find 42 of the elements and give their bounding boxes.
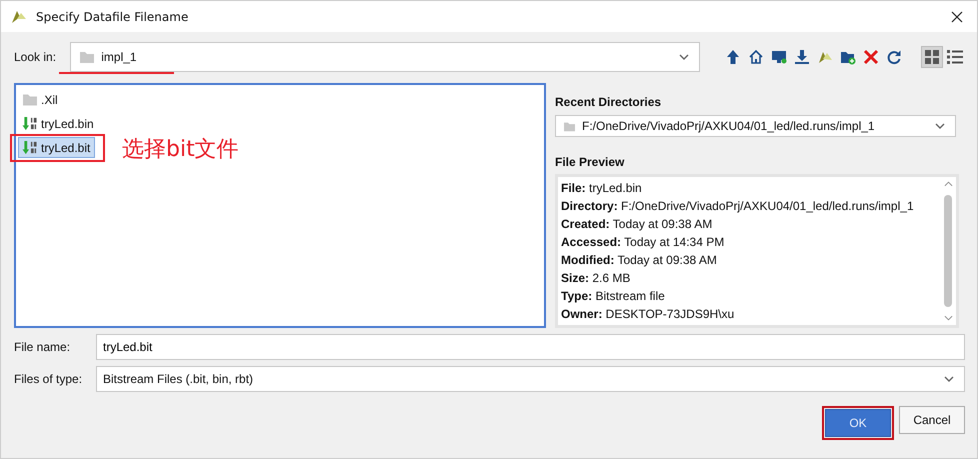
ok-button[interactable]: OK xyxy=(825,409,891,437)
download-icon[interactable] xyxy=(794,48,810,64)
home-icon[interactable] xyxy=(748,48,764,64)
folder-icon xyxy=(79,50,96,64)
file-name-field[interactable]: tryLed.bit xyxy=(96,334,965,360)
scroll-down-icon[interactable] xyxy=(944,315,952,321)
chevron-down-icon xyxy=(935,123,945,129)
file-item[interactable]: .Xil xyxy=(18,89,63,110)
recent-directories-dropdown[interactable]: F:/OneDrive/VivadoPrj/AXKU04/01_led/led.runs/impl_1 xyxy=(555,115,956,137)
close-icon[interactable] xyxy=(951,10,963,22)
window-title: Specify Datafile Filename xyxy=(36,10,190,24)
cancel-button[interactable]: Cancel xyxy=(899,406,965,434)
delete-icon[interactable] xyxy=(863,48,879,64)
app-logo-icon xyxy=(11,8,27,24)
up-arrow-icon[interactable] xyxy=(725,48,741,64)
annotation-text: 选择bit文件 xyxy=(122,136,239,164)
preview-line: Size: 2.6 MB xyxy=(561,270,632,287)
preview-line: Owner: DESKTOP-73JDS9H\xu xyxy=(561,306,736,323)
folder-icon xyxy=(22,92,38,107)
binary-file-icon xyxy=(22,140,38,155)
files-of-type-dropdown[interactable]: Bitstream Files (.bit, bin, rbt) xyxy=(96,366,965,392)
preview-line: Accessed: Today at 14:34 PM xyxy=(561,234,726,251)
preview-line: Directory: F:/OneDrive/VivadoPrj/AXKU04/01_led/led.runs/impl_1 xyxy=(561,198,915,215)
preview-line: Type: Bitstream file xyxy=(561,288,666,305)
recent-directories-heading: Recent Directories xyxy=(555,95,662,109)
scroll-up-icon[interactable] xyxy=(944,181,952,187)
chevron-down-icon xyxy=(944,376,954,382)
binary-file-icon xyxy=(22,116,38,131)
preview-line: File: tryLed.bin xyxy=(561,180,643,197)
preview-line: Modified: Today at 09:38 AM xyxy=(561,252,718,269)
look-in-label: Look in: xyxy=(14,50,58,64)
folder-icon xyxy=(563,120,576,132)
files-of-type-label: Files of type: xyxy=(14,372,84,386)
preview-line: Created: Today at 09:38 AM xyxy=(561,216,714,233)
file-name-label: File name: xyxy=(14,340,72,354)
desktop-icon[interactable] xyxy=(771,48,787,64)
file-preview-heading: File Preview xyxy=(555,155,626,169)
file-item[interactable]: tryLed.bit xyxy=(18,137,96,158)
grid-view-icon[interactable] xyxy=(922,46,942,66)
refresh-icon[interactable] xyxy=(886,48,902,64)
file-item[interactable]: tryLed.bin xyxy=(18,113,99,134)
chevron-down-icon xyxy=(679,54,689,60)
